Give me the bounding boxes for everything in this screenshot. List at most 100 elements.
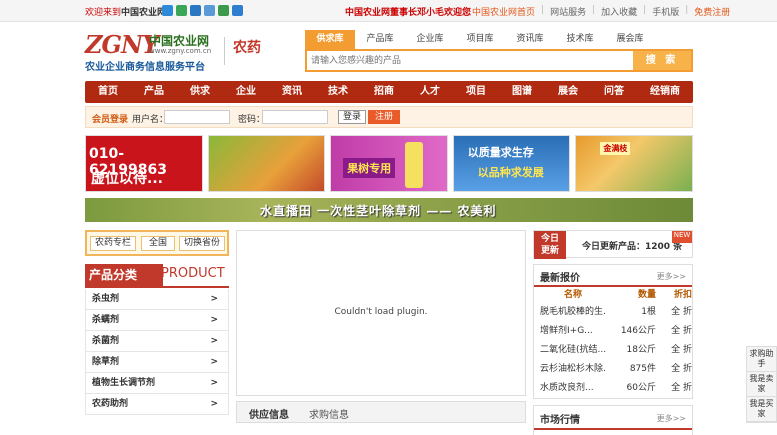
market-panel: 市场行情 更多>> bbox=[533, 405, 693, 435]
nav-project[interactable]: 项目 bbox=[466, 81, 486, 103]
nav-invest[interactable]: 招商 bbox=[374, 81, 394, 103]
nav-home[interactable]: 首页 bbox=[98, 81, 118, 103]
home-link[interactable]: 中国农业网首页 bbox=[472, 5, 535, 18]
product-category-header: 产品分类 PRODUCT bbox=[85, 264, 229, 288]
qzone-share-icon[interactable] bbox=[162, 5, 173, 16]
arrow-icon: > bbox=[210, 336, 218, 346]
nav-qa[interactable]: 问答 bbox=[604, 81, 624, 103]
service-link[interactable]: 网站服务 bbox=[550, 5, 586, 18]
pesticide-column-button[interactable]: 农药专栏 bbox=[90, 236, 136, 251]
category-item[interactable]: 杀菌剂 > bbox=[85, 331, 229, 352]
national-button[interactable]: 全国 bbox=[141, 236, 175, 251]
category-item[interactable]: 农药助剂 > bbox=[85, 394, 229, 415]
plugin-area: Couldn't load plugin. bbox=[236, 230, 526, 396]
tab-demand[interactable]: 求购信息 bbox=[309, 406, 349, 421]
top-links: 中国农业网首页 | 网站服务 | 加入收藏 | 手机版 | 免费注册 bbox=[472, 5, 731, 18]
arrow-icon: > bbox=[210, 315, 218, 325]
tab-supply[interactable]: 供应信息 bbox=[249, 406, 289, 421]
buyer-button[interactable]: 我是买家 bbox=[747, 397, 776, 422]
logo-url: www.zgny.com.cn bbox=[149, 47, 212, 55]
search-tab-news[interactable]: 资讯库 bbox=[505, 30, 555, 49]
kaixin-share-icon[interactable] bbox=[232, 5, 243, 16]
arrow-icon: > bbox=[210, 399, 218, 409]
table-row[interactable]: 脱毛机胶棒的生... 1根全 折 bbox=[534, 303, 692, 322]
ad-orchard[interactable]: 金满枝 bbox=[575, 135, 693, 192]
market-title: 市场行情 bbox=[540, 415, 580, 426]
today-update: 今日 更新 今日更新产品：1200 条 NEW bbox=[533, 230, 693, 259]
register-link[interactable]: 免费注册 bbox=[694, 5, 730, 18]
table-row[interactable]: 云杉油松杉木除... 875件全 折 bbox=[534, 360, 692, 379]
floating-sidebar: 求购助手 我是卖家 我是买家 bbox=[746, 346, 777, 423]
nav-news[interactable]: 资讯 bbox=[282, 81, 302, 103]
arrow-icon: > bbox=[210, 378, 218, 388]
category-item[interactable]: 杀虫剂 > bbox=[85, 289, 229, 310]
tencent-share-icon[interactable] bbox=[190, 5, 201, 16]
herbicide-banner[interactable]: 水直播田 一次性茎叶除草剂 —— 农美利 bbox=[85, 198, 693, 222]
favorite-link[interactable]: 加入收藏 bbox=[601, 5, 637, 18]
nav-tech[interactable]: 技术 bbox=[328, 81, 348, 103]
site-logo[interactable]: ZGNY 中国农业网 www.zgny.com.cn 农业企业商务信息服务平台 bbox=[85, 30, 245, 74]
search-area: 供求库 产品库 企业库 项目库 资讯库 技术库 展会库 搜 索 bbox=[305, 30, 693, 72]
site-name[interactable]: 中国农业网 bbox=[121, 8, 166, 18]
nav-talent[interactable]: 人才 bbox=[420, 81, 440, 103]
seller-button[interactable]: 我是卖家 bbox=[747, 372, 776, 397]
username-input[interactable] bbox=[164, 110, 230, 124]
plugin-error: Couldn't load plugin. bbox=[334, 307, 428, 317]
share-icons bbox=[162, 5, 243, 16]
nav-products[interactable]: 产品 bbox=[144, 81, 164, 103]
logo-subtitle: 农业企业商务信息服务平台 bbox=[85, 62, 205, 73]
search-tab-product[interactable]: 产品库 bbox=[355, 30, 405, 49]
login-title: 会员登录 bbox=[92, 115, 129, 125]
right-column: 今日 更新 今日更新产品：1200 条 NEW 最新报价 更多>> 名称 数量 折扣 … bbox=[533, 230, 693, 435]
logo-mark: ZGNY bbox=[85, 30, 159, 59]
search-tab-company[interactable]: 企业库 bbox=[405, 30, 455, 49]
search-box: 搜 索 bbox=[305, 49, 693, 72]
search-tab-project[interactable]: 项目库 bbox=[455, 30, 505, 49]
ad-fruit-photo[interactable] bbox=[207, 135, 326, 192]
renren-share-icon[interactable] bbox=[204, 5, 215, 16]
category-title: 产品分类 bbox=[85, 264, 163, 286]
channel-title: 农药 bbox=[224, 37, 264, 65]
nav-expo[interactable]: 展会 bbox=[558, 81, 578, 103]
nav-atlas[interactable]: 图谱 bbox=[512, 81, 532, 103]
today-badge: 今日 更新 bbox=[534, 231, 566, 259]
category-item[interactable]: 植物生长调节剂 > bbox=[85, 373, 229, 394]
register-button[interactable]: 注册 bbox=[368, 110, 400, 124]
ad-quality[interactable]: 以质量求生存 以品种求发展 bbox=[452, 135, 571, 192]
search-tab-expo[interactable]: 展会库 bbox=[605, 30, 655, 49]
login-button[interactable]: 登录 bbox=[338, 110, 366, 124]
category-item[interactable]: 除草剂 > bbox=[85, 352, 229, 373]
douban-share-icon[interactable] bbox=[218, 5, 229, 16]
nav-company[interactable]: 企业 bbox=[236, 81, 256, 103]
table-row[interactable]: 二氧化硅(抗结... 18公斤全 折 bbox=[534, 341, 692, 360]
password-input[interactable] bbox=[262, 110, 328, 124]
banner-text: 水直播田 一次性茎叶除草剂 —— 农美利 bbox=[260, 204, 497, 218]
table-row[interactable]: 增鲜剂I+G... 146公斤全 折 bbox=[534, 322, 692, 341]
category-list: 杀虫剂 > 杀螨剂 > 杀菌剂 > 除草剂 > 植物生长调节剂 > 农药助剂 > bbox=[85, 289, 229, 415]
search-input[interactable] bbox=[311, 53, 621, 68]
nav-supply[interactable]: 供求 bbox=[190, 81, 210, 103]
market-divider bbox=[534, 428, 692, 430]
password-label: 密码： bbox=[238, 115, 266, 125]
search-tab-tech[interactable]: 技术库 bbox=[555, 30, 605, 49]
ad-fruit-label: 果树专用 bbox=[343, 158, 396, 178]
table-row[interactable]: 水质改良剂... 60公斤全 折 bbox=[534, 379, 692, 398]
username-label: 用户名： bbox=[132, 115, 169, 125]
new-badge: NEW bbox=[672, 231, 692, 243]
quotes-header: 最新报价 更多>> bbox=[534, 265, 692, 287]
ad-phone[interactable]: 010-62199863 虚位以待... bbox=[85, 135, 203, 192]
mobile-link[interactable]: 手机版 bbox=[652, 5, 679, 18]
category-item[interactable]: 杀螨剂 > bbox=[85, 310, 229, 331]
weibo-share-icon[interactable] bbox=[176, 5, 187, 16]
ad-fruit-tree[interactable]: 果树专用 bbox=[330, 135, 448, 192]
switch-province-button[interactable]: 切换省份 bbox=[179, 236, 225, 251]
quotes-more-link[interactable]: 更多>> bbox=[657, 271, 686, 282]
quotes-title: 最新报价 bbox=[540, 273, 580, 284]
search-tab-supply[interactable]: 供求库 bbox=[305, 30, 355, 49]
market-more-link[interactable]: 更多>> bbox=[657, 413, 686, 424]
ad-row: 010-62199863 虚位以待... 果树专用 以质量求生存 以品种求发展 … bbox=[85, 135, 693, 192]
nav-dealer[interactable]: 经销商 bbox=[650, 81, 680, 103]
buy-assistant-button[interactable]: 求购助手 bbox=[747, 347, 776, 372]
arrow-icon: > bbox=[210, 357, 218, 367]
search-button[interactable]: 搜 索 bbox=[633, 51, 691, 70]
